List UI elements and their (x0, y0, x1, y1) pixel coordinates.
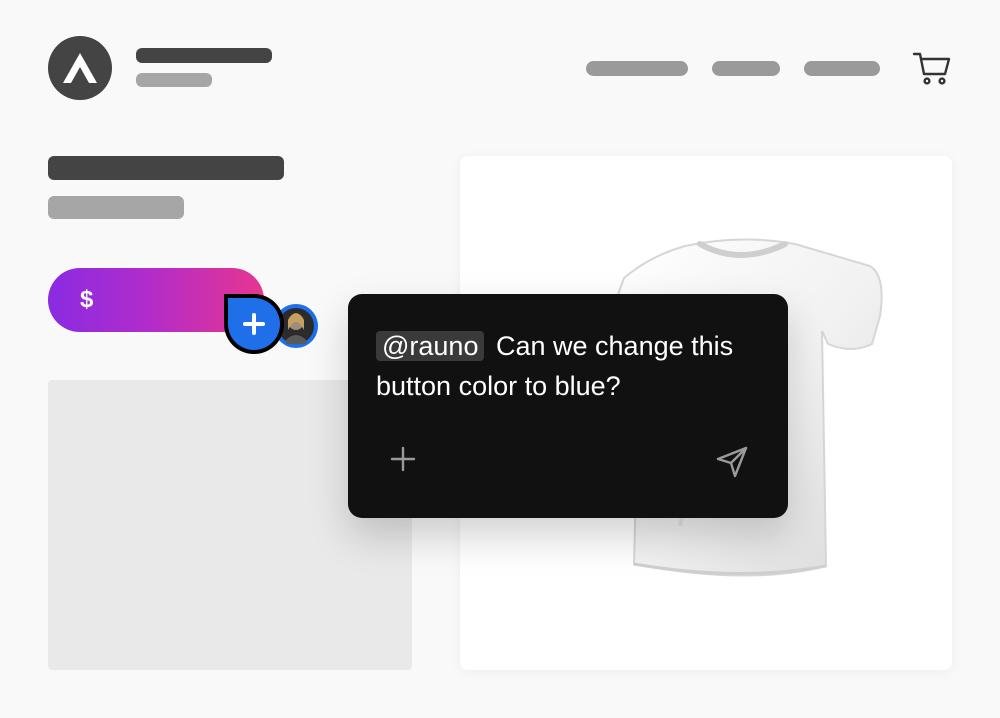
send-icon (716, 446, 748, 478)
comment-pin[interactable] (222, 292, 286, 356)
cart-button[interactable] (912, 50, 952, 86)
comment-pin-icon (224, 294, 284, 354)
send-button[interactable] (714, 444, 750, 480)
nav-link-1[interactable] (586, 61, 688, 76)
brand-logo[interactable] (48, 36, 112, 100)
product-subtitle-placeholder (48, 196, 184, 219)
mention-tag[interactable]: @rauno (376, 331, 485, 361)
comment-input[interactable]: @rauno Can we change this button color t… (376, 326, 776, 406)
comment-popup[interactable]: @rauno Can we change this button color t… (348, 294, 788, 518)
nav-link-2[interactable] (712, 61, 780, 76)
price-button-label: $ (80, 286, 94, 313)
nav-link-3[interactable] (804, 61, 880, 76)
triangle-logo-icon (63, 53, 97, 83)
brand-name-placeholder (136, 48, 272, 63)
shopping-cart-icon (912, 52, 951, 85)
add-attachment-button[interactable] (388, 444, 418, 474)
product-title-placeholder (48, 156, 284, 180)
brand-tagline-placeholder (136, 73, 212, 87)
plus-icon (390, 446, 416, 472)
